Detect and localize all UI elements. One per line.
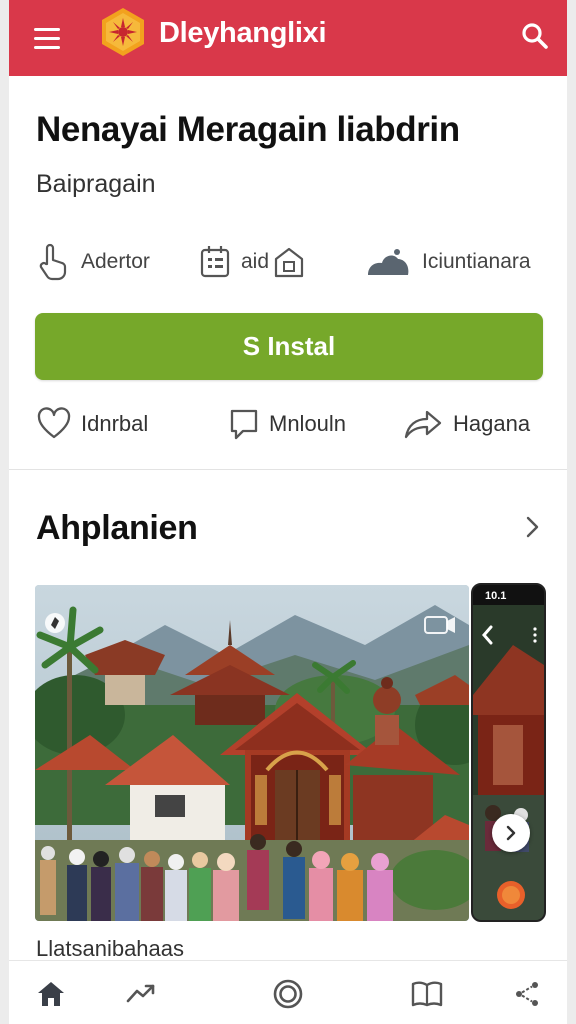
reviews-label: Mnlouln (269, 411, 347, 436)
meta-label-developer: Adertor (81, 250, 150, 273)
gallery-next-button[interactable] (492, 814, 530, 852)
meta-label-category: Iciuntianara (422, 250, 531, 273)
hand-pointer-icon (39, 243, 67, 281)
section-title: Ahplanien (36, 509, 198, 547)
phone-status-text: 10.1 (485, 590, 507, 602)
chevron-right-icon (506, 825, 516, 841)
home-icon (38, 982, 64, 1006)
trending-icon (126, 984, 155, 1003)
meta-item-developer: Adertor (37, 240, 150, 284)
app-screen: Dleyhanglixi Nenayai Meragain liabdrin B… (9, 0, 567, 1024)
chevron-right-icon[interactable] (517, 512, 547, 542)
screenshot-phone-preview[interactable]: 10.1 (471, 583, 546, 922)
nav-home[interactable] (33, 976, 69, 1012)
comment-icon (230, 409, 258, 440)
nav-share[interactable] (509, 976, 545, 1012)
app-name: Dleyhanglixi (159, 17, 327, 49)
share-button[interactable]: Hagana (403, 402, 530, 446)
search-icon[interactable] (515, 16, 555, 56)
share-icon (404, 410, 442, 439)
cloud-icon (368, 249, 409, 275)
reviews-button[interactable]: Mnlouln (229, 402, 346, 446)
book-icon (411, 981, 443, 1007)
hamburger-menu-icon[interactable] (29, 20, 65, 56)
target-icon (273, 979, 303, 1009)
wishlist-label: Idnrbal (81, 411, 149, 436)
meta-item-category: Iciuntianara (364, 240, 531, 284)
top-app-bar: Dleyhanglixi (9, 0, 567, 76)
share-label: Hagana (453, 411, 531, 436)
meta-label-info: aid (241, 250, 270, 273)
install-button[interactable]: S Instal (35, 313, 543, 380)
sun-emblem-logo (102, 8, 144, 56)
app-title: Nenayai Meragain liabdrin (36, 110, 460, 149)
nav-target[interactable] (270, 976, 306, 1012)
share-nodes-icon (516, 982, 538, 1006)
home-outline-icon (274, 247, 304, 278)
heart-icon (37, 407, 71, 439)
nav-trending[interactable] (123, 976, 159, 1012)
village-scene-image (35, 585, 469, 921)
wishlist-button[interactable]: Idnrbal (37, 402, 148, 446)
gallery-caption: Llatsanibahaas (36, 936, 185, 961)
app-subtitle: Baipragain (36, 170, 156, 198)
nav-library[interactable] (409, 976, 445, 1012)
phone-preview-image (473, 605, 544, 920)
bottom-navigation (9, 960, 567, 1024)
info-card-icon (200, 246, 230, 278)
meta-item-info: aid (199, 240, 305, 284)
screenshot-main[interactable] (35, 585, 469, 921)
divider (9, 469, 567, 470)
